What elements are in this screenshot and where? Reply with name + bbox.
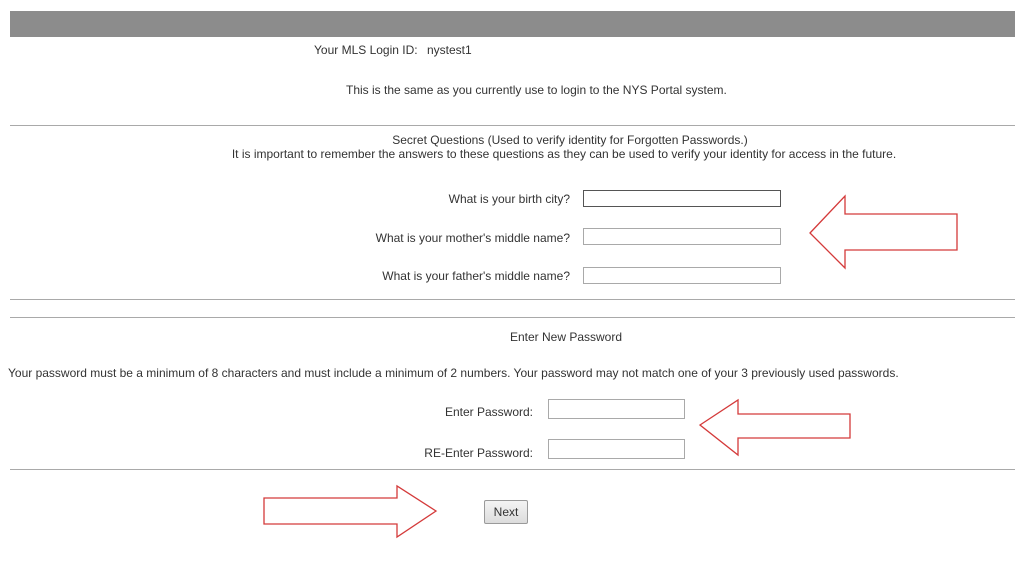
red-outline-arrow-icon <box>263 484 438 539</box>
red-outline-arrow-icon <box>698 398 851 457</box>
annotation-arrows <box>263 194 958 539</box>
red-outline-arrow-icon <box>809 194 958 270</box>
